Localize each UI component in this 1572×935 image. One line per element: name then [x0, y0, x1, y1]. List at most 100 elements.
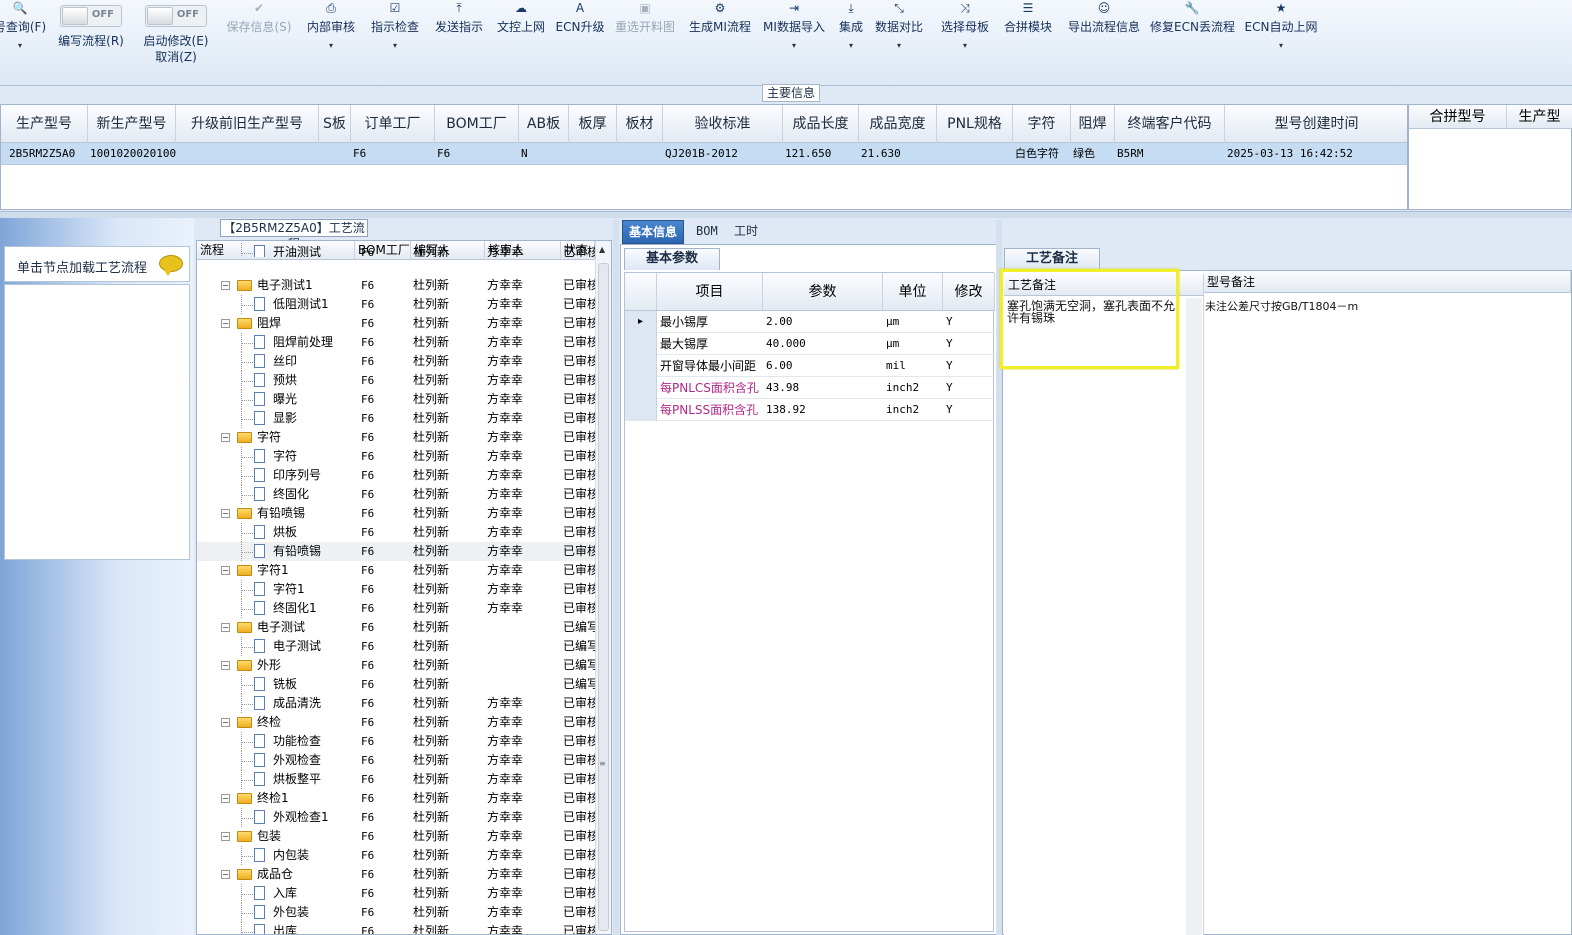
dropdown-arrow-icon[interactable]: ▾: [874, 41, 924, 51]
toggle-knob[interactable]: [147, 7, 173, 25]
tree-row[interactable]: 外观检查1 F6 杜列新 方幸幸 已审核: [197, 808, 595, 827]
row-selector[interactable]: ▸: [625, 311, 657, 333]
tab-craft-note[interactable]: 工艺备注: [1004, 248, 1100, 270]
tree-row[interactable]: 出库 F6 杜列新 方幸幸 已审核: [197, 922, 595, 934]
collapse-toggle-icon[interactable]: −: [221, 509, 230, 518]
grid-cell[interactable]: F6: [351, 143, 435, 165]
tree-row[interactable]: 外观检查 F6 杜列新 方幸幸 已审核: [197, 751, 595, 770]
grid-cell[interactable]: B5RM: [1115, 143, 1225, 165]
tree-row[interactable]: − 成品仓 F6 杜列新 方幸幸 已审核: [197, 865, 595, 884]
toggle-switch[interactable]: OFF: [145, 5, 207, 27]
param-value[interactable]: 138.92: [763, 399, 883, 421]
tree-row[interactable]: 烘板 F6 杜列新 方幸幸 已审核: [197, 523, 595, 542]
grid-cell[interactable]: [937, 143, 1013, 165]
tree-row[interactable]: 开油测试 F6 杜列新 方幸幸 已审核: [197, 243, 595, 257]
tree-row[interactable]: 外包装 F6 杜列新 方幸幸 已审核: [197, 903, 595, 922]
dropdown-arrow-icon[interactable]: ▾: [302, 41, 360, 51]
main-info-row[interactable]: 2B5RM2Z5A0 10010200201008 F6 F6 N QJ201B-2012…: [1, 143, 1407, 165]
dropdown-arrow-icon[interactable]: ▾: [760, 41, 828, 51]
row-selector[interactable]: [625, 333, 657, 355]
toolbar-button-13[interactable]: ⤡ 数据对比 ▾: [874, 0, 924, 80]
toggle-switch[interactable]: OFF: [60, 5, 122, 27]
row-selector[interactable]: [625, 377, 657, 399]
toolbar-button-2[interactable]: OFF 启动修改(E) 取消(Z): [140, 0, 212, 80]
tree-row[interactable]: 阻焊前处理 F6 杜列新 方幸幸 已审核: [197, 333, 595, 352]
grid-cell[interactable]: [569, 143, 617, 165]
dropdown-arrow-icon[interactable]: ▾: [366, 41, 424, 51]
tree-row[interactable]: 显影 F6 杜列新 方幸幸 已审核: [197, 409, 595, 428]
toolbar-button-1[interactable]: OFF 编写流程(R): [56, 0, 126, 80]
tree-row[interactable]: 铣板 F6 杜列新 已编写: [197, 675, 595, 694]
horizontal-splitter[interactable]: [0, 211, 1572, 218]
tree-row[interactable]: − 阻焊 F6 杜列新 方幸幸 已审核: [197, 314, 595, 333]
param-row[interactable]: 每PNLSS面积含孔 138.92 inch2 Y: [625, 399, 995, 421]
param-row[interactable]: 开窗导体最小间距 6.00 mil Y: [625, 355, 995, 377]
collapse-toggle-icon[interactable]: −: [221, 566, 230, 575]
collapse-toggle-icon[interactable]: −: [221, 661, 230, 670]
collapse-toggle-icon[interactable]: −: [221, 281, 230, 290]
toolbar-button-16[interactable]: ☺ 导出流程信息: [1064, 0, 1144, 80]
tree-row[interactable]: 成品清洗 F6 杜列新 方幸幸 已审核: [197, 694, 595, 713]
tree-row[interactable]: 终固化1 F6 杜列新 方幸幸 已审核: [197, 599, 595, 618]
param-value[interactable]: 6.00: [763, 355, 883, 377]
tree-row[interactable]: 电子测试 F6 杜列新 已编写: [197, 637, 595, 656]
collapse-toggle-icon[interactable]: −: [221, 718, 230, 727]
tree-row[interactable]: 字符 F6 杜列新 方幸幸 已审核: [197, 447, 595, 466]
tree-row[interactable]: 印序列号 F6 杜列新 方幸幸 已审核: [197, 466, 595, 485]
tree-row[interactable]: − 包装 F6 杜列新 方幸幸 已审核: [197, 827, 595, 846]
tree-row[interactable]: 有铅喷锡 F6 杜列新 方幸幸 已审核: [197, 542, 595, 561]
collapse-toggle-icon[interactable]: −: [221, 623, 230, 632]
param-value[interactable]: 2.00: [763, 311, 883, 333]
grid-cell[interactable]: N: [519, 143, 569, 165]
tree-row[interactable]: 丝印 F6 杜列新 方幸幸 已审核: [197, 352, 595, 371]
grid-cell[interactable]: [319, 143, 351, 165]
tab-2[interactable]: 工时: [728, 220, 764, 244]
tree-row[interactable]: − 有铅喷锡 F6 杜列新 方幸幸 已审核: [197, 504, 595, 523]
grid-cell[interactable]: 2025-03-13 16:42:52: [1225, 143, 1407, 165]
toolbar-button-4[interactable]: ⎙ 内部审核 ▾: [302, 0, 360, 80]
dropdown-arrow-icon[interactable]: ▾: [1244, 41, 1318, 51]
grid-cell[interactable]: 绿色: [1071, 143, 1115, 165]
tree-row[interactable]: − 字符 F6 杜列新 方幸幸 已审核: [197, 428, 595, 447]
collapse-toggle-icon[interactable]: −: [221, 319, 230, 328]
grid-cell[interactable]: 2B5RM2Z5A0: [7, 143, 94, 165]
tree-row[interactable]: − 电子测试 F6 杜列新 已编写: [197, 618, 595, 637]
param-row[interactable]: 最大锡厚 40.000 μm Y: [625, 333, 995, 355]
toolbar-button-15[interactable]: ☰ 合拼模块: [1000, 0, 1056, 80]
param-row[interactable]: 每PNLCS面积含孔 43.98 inch2 Y: [625, 377, 995, 399]
tree-row[interactable]: 终固化 F6 杜列新 方幸幸 已审核: [197, 485, 595, 504]
tree-row[interactable]: − 终检 F6 杜列新 方幸幸 已审核: [197, 713, 595, 732]
process-tree-scrollbar[interactable]: ▲ ≡: [595, 241, 611, 934]
param-value[interactable]: 40.000: [763, 333, 883, 355]
param-row[interactable]: ▸ 最小锡厚 2.00 μm Y: [625, 311, 995, 333]
dropdown-arrow-icon[interactable]: ▾: [0, 41, 48, 51]
craft-note-scrollbar[interactable]: [1186, 298, 1202, 935]
tree-row[interactable]: 预烘 F6 杜列新 方幸幸 已审核: [197, 371, 595, 390]
param-value[interactable]: 43.98: [763, 377, 883, 399]
scroll-thumb[interactable]: [598, 263, 609, 931]
grid-cell[interactable]: QJ201B-2012: [663, 143, 783, 165]
toolbar-button-17[interactable]: 🔧 修复ECN丢流程: [1150, 0, 1235, 80]
row-selector[interactable]: [625, 399, 657, 421]
tree-row[interactable]: 曝光 F6 杜列新 方幸幸 已审核: [197, 390, 595, 409]
tree-row[interactable]: − 电子测试1 F6 杜列新 方幸幸 已审核: [197, 276, 595, 295]
tree-row[interactable]: − 终检1 F6 杜列新 方幸幸 已审核: [197, 789, 595, 808]
tree-row[interactable]: 字符1 F6 杜列新 方幸幸 已审核: [197, 580, 595, 599]
collapse-toggle-icon[interactable]: −: [221, 794, 230, 803]
toolbar-button-6[interactable]: ⤒ 发送指示: [430, 0, 488, 80]
toolbar-button-3[interactable]: ✔ 保存信息(S): [222, 0, 296, 80]
collapse-toggle-icon[interactable]: −: [221, 433, 230, 442]
toolbar-button-10[interactable]: ⚙ 生成MI流程: [686, 0, 754, 80]
grid-cell[interactable]: 121.650: [783, 143, 859, 165]
toolbar-button-8[interactable]: A ECN升级: [554, 0, 606, 80]
scroll-up-arrow-icon[interactable]: ▲: [599, 245, 605, 254]
grid-cell[interactable]: 10010200201008: [88, 143, 176, 165]
row-selector[interactable]: [625, 355, 657, 377]
tree-row[interactable]: 功能检查 F6 杜列新 方幸幸 已审核: [197, 732, 595, 751]
collapse-toggle-icon[interactable]: −: [221, 832, 230, 841]
model-note-text[interactable]: 未注公差尺寸按GB/T1804－m: [1205, 298, 1565, 338]
tree-row[interactable]: 入库 F6 杜列新 方幸幸 已审核: [197, 884, 595, 903]
grid-cell[interactable]: [617, 143, 663, 165]
dropdown-arrow-icon[interactable]: ▾: [938, 41, 992, 51]
grid-cell[interactable]: F6: [435, 143, 519, 165]
